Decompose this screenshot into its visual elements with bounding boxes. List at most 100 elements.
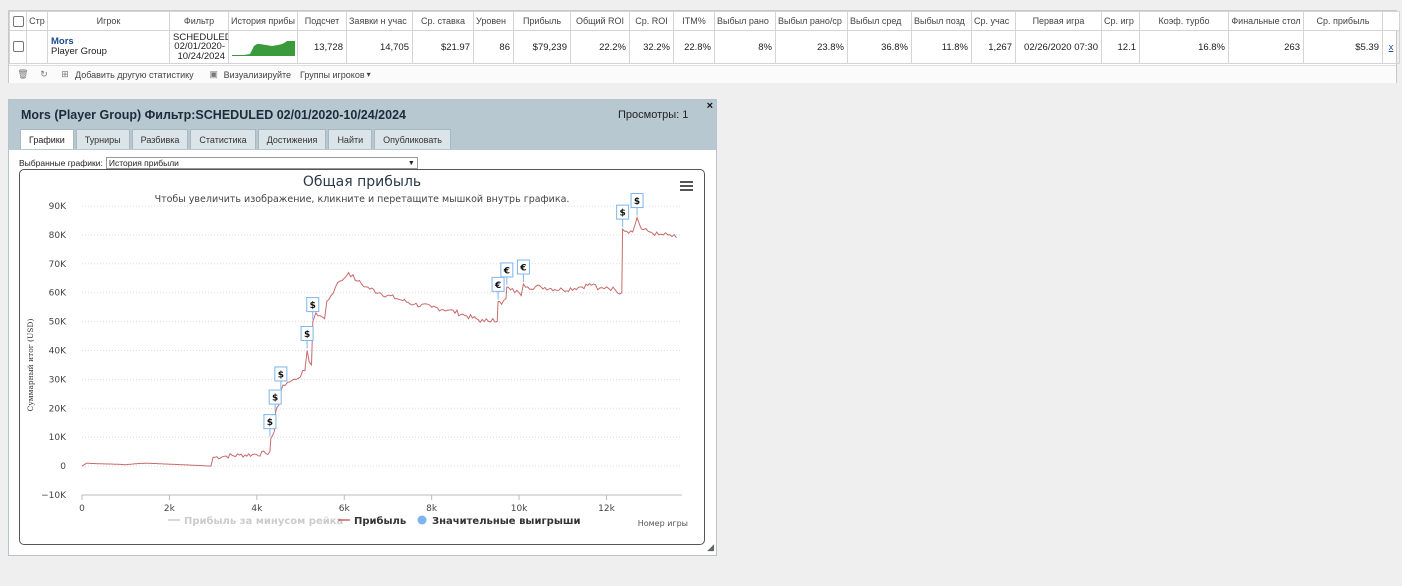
column-header[interactable]: Ср. прибыль [1303,11,1383,31]
chart-selector: Выбранные графики: История прибыли ▼ [19,157,418,169]
column-header[interactable]: Выбыл рано/ср [775,11,848,31]
itm-cell: 22.8% [673,30,715,64]
chart-select-dropdown[interactable]: История прибыли ▼ [105,157,418,169]
chart-title: Общая прибыль [303,174,421,190]
player-group-label: Player Group [51,46,107,57]
column-header[interactable]: Общий ROI [570,11,630,31]
tab-find[interactable]: Найти [328,129,373,149]
chart-select-value: История прибыли [108,158,179,168]
x-tick-label: 4k [251,504,263,514]
chart-menu-icon[interactable] [680,180,694,192]
series-line-profit[interactable] [81,215,677,467]
tab-statistics[interactable]: Статистика [190,129,256,149]
column-header[interactable]: Фильтр [169,11,229,31]
remove-row-cell: x [1382,30,1400,64]
x-tick-label: 10k [511,504,528,514]
tab-achievements[interactable]: Достижения [257,129,327,149]
resize-grip-icon[interactable]: ◢ [707,542,714,553]
y-tick-label: 90K [49,202,67,212]
profit-chart[interactable]: −10K 0 10K 20K 30K 40K 50K 60K 70K 80K 90K 0 2k 4k 6k… [20,170,706,546]
legend-item-net-profit[interactable]: Прибыль за минусом рейка [168,515,343,527]
chart-container[interactable]: −10K 0 10K 20K 30K 40K 50K 60K 70K 80K 90K 0 2k 4k 6k… [19,169,705,545]
big-win-flag: $ [630,193,644,216]
tab-charts[interactable]: Графики [20,129,74,149]
column-header[interactable]: Ср. игр [1101,11,1140,31]
column-header[interactable]: ITM% [673,11,715,31]
column-header[interactable]: Ср. учас [971,11,1016,31]
chart-selector-label: Выбранные графики: [19,158,103,168]
player-groups-button[interactable]: Группы игроков [300,70,365,80]
row-checkbox[interactable] [13,41,24,53]
legend-item-profit[interactable]: Прибыль [338,515,406,527]
big-win-flag: € [491,276,505,300]
row-select-cell[interactable] [9,30,27,64]
legend-label: Значительные выигрыши [432,516,581,527]
column-header[interactable]: Коэф. турбо [1139,11,1229,31]
add-stats-button[interactable]: Добавить другую статистику [75,70,194,80]
column-header[interactable]: Ср. ставка [412,11,474,31]
tab-tournaments[interactable]: Турниры [75,129,130,149]
x-tick-label: 2k [164,504,176,514]
chevron-down-icon[interactable]: ▾ [367,70,371,79]
column-header[interactable]: Игрок [47,11,170,31]
column-header[interactable]: Заявки н учас [346,11,413,31]
chart-panel: Mors (Player Group) Фильтр:SCHEDULED 02/… [8,99,717,556]
column-header[interactable]: Выбыл позд [911,11,972,31]
column-header[interactable]: Ср. ROI [629,11,674,31]
early-out-cell: 8% [714,30,776,64]
flag-label: $ [620,209,626,219]
refresh-icon[interactable]: ↻ [37,69,51,80]
panel-title: Mors (Player Group) Фильтр:SCHEDULED 02/… [21,108,406,122]
avg-games-cell: 12.1 [1101,30,1140,64]
y-tick-label: 50K [49,318,67,328]
final-tables-cell: 263 [1228,30,1304,64]
legend-label: Прибыль за минусом рейка [184,515,343,527]
remove-row-link[interactable]: x [1389,42,1394,53]
early-out-avg-cell: 23.8% [775,30,848,64]
column-header[interactable]: История прибы [228,11,298,31]
legend-label: Прибыль [354,515,406,527]
turbo-ratio-cell: 16.8% [1139,30,1229,64]
tab-breakdown[interactable]: Разбивка [131,129,189,149]
legend-item-big-wins[interactable]: Значительные выигрыши [417,515,581,528]
select-all-header[interactable] [9,11,27,31]
chart-subtitle: Чтобы увеличить изображение, кликните и … [155,194,570,205]
big-win-flag: $ [300,326,314,349]
big-win-flag: $ [263,414,277,437]
visualize-button[interactable]: Визуализируйте [224,70,291,80]
column-header[interactable]: Подсчет [297,11,347,31]
big-win-flag: € [516,259,530,283]
add-column-icon: ⊞ [61,69,69,79]
level-cell: 86 [473,30,514,64]
big-win-flag: $ [306,297,320,320]
y-tick-label: 10K [49,433,67,443]
column-header[interactable]: Уровен [473,11,514,31]
y-tick-label: 60K [49,289,67,299]
flag-label: $ [267,418,273,428]
x-tick-label: 0 [79,504,85,514]
column-header[interactable]: Выбыл рано [714,11,776,31]
y-tick-label: 30K [49,375,67,385]
column-header[interactable]: Выбыл сред [847,11,912,31]
big-wins-flags: $$$$$€€ €$$ [263,193,644,437]
filter-cell: SCHEDULED 02/01/2020- 10/24/2024 [169,30,229,64]
tab-publish[interactable]: Опубликовать [374,129,451,149]
select-all-checkbox[interactable] [12,15,24,27]
column-header[interactable]: Прибыль [513,11,571,31]
trash-icon[interactable]: 🗑 [16,69,30,80]
column-header[interactable]: Первая игра [1015,11,1102,31]
avg-stake-cell: $21.97 [412,30,474,64]
total-roi-cell: 22.2% [570,30,630,64]
profit-sparkline-cell[interactable] [228,30,298,64]
y-tick-label: −10K [41,491,67,501]
column-header[interactable]: Финальные стол [1228,11,1304,31]
close-icon[interactable]: × [707,100,713,112]
avg-entrants-cell: 1,267 [971,30,1016,64]
table-header-row: Стр Игрок Фильтр История прибы Подсчет З… [9,11,1400,31]
y-tick-label: 20K [49,404,67,414]
y-tick-label: 80K [49,231,67,241]
profit-sparkline[interactable] [232,38,295,56]
x-tick-label: 6k [339,504,351,514]
big-win-flag: $ [268,389,282,413]
column-header[interactable]: Стр [26,11,48,31]
